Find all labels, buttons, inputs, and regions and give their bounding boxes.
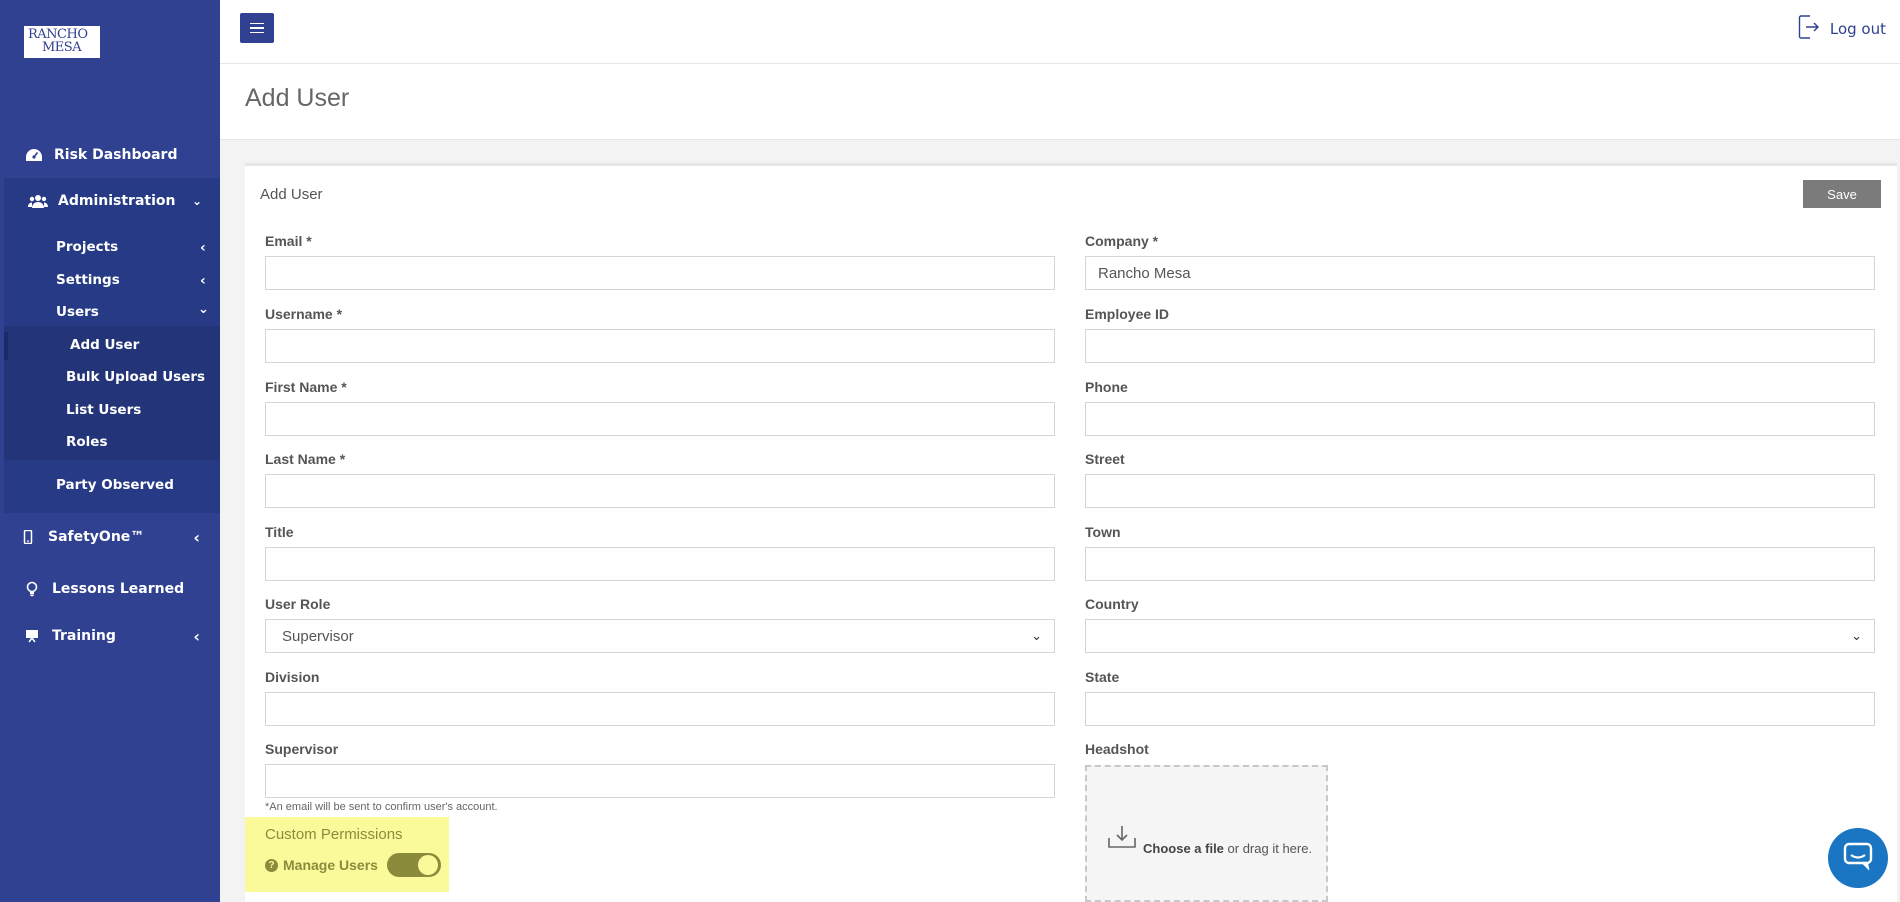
sidebar-item-label: Projects	[56, 239, 119, 255]
first-name-field[interactable]	[265, 402, 1055, 436]
sidebar-item-label: Users	[56, 304, 99, 320]
sidebar-item-settings[interactable]: Settings	[56, 272, 120, 288]
manage-users-label: Manage Users	[283, 857, 378, 873]
country-label: Country	[1085, 596, 1139, 612]
email-field[interactable]	[265, 256, 1055, 290]
country-select[interactable]: ⌄	[1085, 619, 1875, 653]
sidebar-item-label: Settings	[56, 272, 120, 288]
sidebar-item-label: Risk Dashboard	[54, 147, 178, 163]
title-field[interactable]	[265, 547, 1055, 581]
sidebar-item-label: Party Observed	[56, 477, 174, 493]
choose-file-link[interactable]: Choose a file	[1143, 841, 1224, 856]
sidebar-item-roles[interactable]: Roles	[66, 434, 108, 450]
sidebar-item-label: Training	[52, 628, 116, 644]
rancho-mesa-logo[interactable]: RANCHO MESA	[24, 26, 100, 58]
page-header: Add User	[220, 64, 1900, 140]
chevron-left-icon: ‹	[200, 240, 206, 256]
email-confirmation-hint: *An email will be sent to confirm user's…	[265, 801, 498, 813]
street-field[interactable]	[1085, 474, 1875, 508]
headshot-label: Headshot	[1085, 741, 1149, 757]
sidebar-item-label: Add User	[70, 337, 140, 353]
card-title: Add User	[260, 186, 323, 203]
sidebar-item-safetyone[interactable]: SafetyOne™ ‹	[0, 526, 220, 548]
chat-button[interactable]	[1828, 828, 1888, 888]
state-field[interactable]	[1085, 692, 1875, 726]
username-label: Username *	[265, 306, 343, 322]
sidebar-item-bulk-upload-users[interactable]: Bulk Upload Users	[66, 369, 205, 385]
chevron-down-icon: ⌄	[1031, 628, 1042, 643]
sidebar-item-lessons-learned[interactable]: Lessons Learned	[0, 578, 220, 600]
custom-permissions-panel: Custom Permissions ? Manage Users	[245, 817, 449, 892]
chevron-left-icon: ‹	[193, 527, 200, 547]
presentation-icon	[22, 629, 42, 643]
last-name-field[interactable]	[265, 474, 1055, 508]
chevron-down-icon: ⌄	[1851, 628, 1862, 643]
active-indicator	[4, 332, 8, 360]
dropzone-text: Choose a file or drag it here.	[1143, 841, 1313, 856]
sidebar-item-risk-dashboard[interactable]: Risk Dashboard	[0, 144, 220, 166]
sidebar-item-training[interactable]: Training ‹	[0, 625, 220, 647]
save-button[interactable]: Save	[1803, 180, 1881, 208]
hamburger-icon	[250, 22, 264, 25]
sidebar-item-add-user[interactable]: Add User	[70, 337, 139, 353]
sidebar: RANCHO MESA Risk Dashboard Administratio…	[0, 0, 220, 902]
question-circle-icon[interactable]: ?	[265, 858, 278, 872]
street-label: Street	[1085, 451, 1125, 467]
chevron-down-icon: ⌄	[191, 194, 202, 208]
chat-bubble-icon	[1843, 842, 1873, 874]
company-field[interactable]: Rancho Mesa	[1085, 256, 1875, 290]
sidebar-item-administration[interactable]: Administration ⌄	[0, 190, 220, 212]
chevron-left-icon: ‹	[200, 273, 206, 289]
logout-label: Log out	[1829, 20, 1886, 38]
user-role-label: User Role	[265, 596, 331, 612]
chevron-down-icon: ⌄	[198, 302, 209, 317]
sidebar-item-label: Administration	[58, 193, 176, 209]
division-field[interactable]	[265, 692, 1055, 726]
download-icon	[1107, 824, 1137, 854]
logo-line-2: MESA	[42, 40, 82, 55]
town-label: Town	[1085, 524, 1121, 540]
sidebar-item-label: List Users	[66, 402, 142, 418]
page-title: Add User	[245, 84, 350, 112]
users-group-icon	[28, 193, 48, 209]
logout-button[interactable]: Log out	[1798, 14, 1886, 44]
username-field[interactable]	[265, 329, 1055, 363]
sidebar-item-projects[interactable]: Projects	[56, 239, 118, 255]
phone-label: Phone	[1085, 379, 1128, 395]
supervisor-label: Supervisor	[265, 741, 339, 757]
lightbulb-icon	[22, 581, 42, 597]
supervisor-field[interactable]	[265, 764, 1055, 798]
division-label: Division	[265, 669, 320, 685]
manage-users-toggle[interactable]	[386, 853, 441, 877]
sidebar-item-list-users[interactable]: List Users	[66, 402, 141, 418]
town-field[interactable]	[1085, 547, 1875, 581]
company-label: Company *	[1085, 233, 1159, 249]
toggle-knob	[417, 855, 438, 875]
user-role-select[interactable]: Supervisor ⌄	[265, 619, 1055, 653]
last-name-label: Last Name *	[265, 451, 346, 467]
headshot-dropzone[interactable]: Choose a file or drag it here.	[1085, 765, 1328, 902]
sidebar-item-label: Bulk Upload Users	[66, 369, 206, 385]
sidebar-item-label: SafetyOne™	[48, 529, 145, 545]
menu-toggle-button[interactable]	[240, 13, 274, 43]
top-bar: Log out	[220, 0, 1900, 64]
chevron-left-icon: ‹	[193, 626, 200, 646]
employee-id-field[interactable]	[1085, 329, 1875, 363]
employee-id-label: Employee ID	[1085, 306, 1170, 322]
sidebar-item-users[interactable]: Users	[56, 304, 99, 320]
dashboard-icon	[24, 147, 44, 163]
sidebar-item-label: Roles	[66, 434, 108, 450]
phone-field[interactable]	[1085, 402, 1875, 436]
email-label: Email *	[265, 233, 312, 249]
manage-users-permission: ? Manage Users	[265, 853, 441, 877]
sidebar-item-party-observed[interactable]: Party Observed	[56, 477, 174, 493]
logout-icon	[1798, 14, 1820, 44]
mobile-icon	[18, 530, 38, 544]
custom-permissions-title: Custom Permissions	[265, 826, 403, 843]
state-label: State	[1085, 669, 1120, 685]
sidebar-item-label: Lessons Learned	[52, 581, 185, 597]
title-label: Title	[265, 524, 294, 540]
first-name-label: First Name *	[265, 379, 347, 395]
